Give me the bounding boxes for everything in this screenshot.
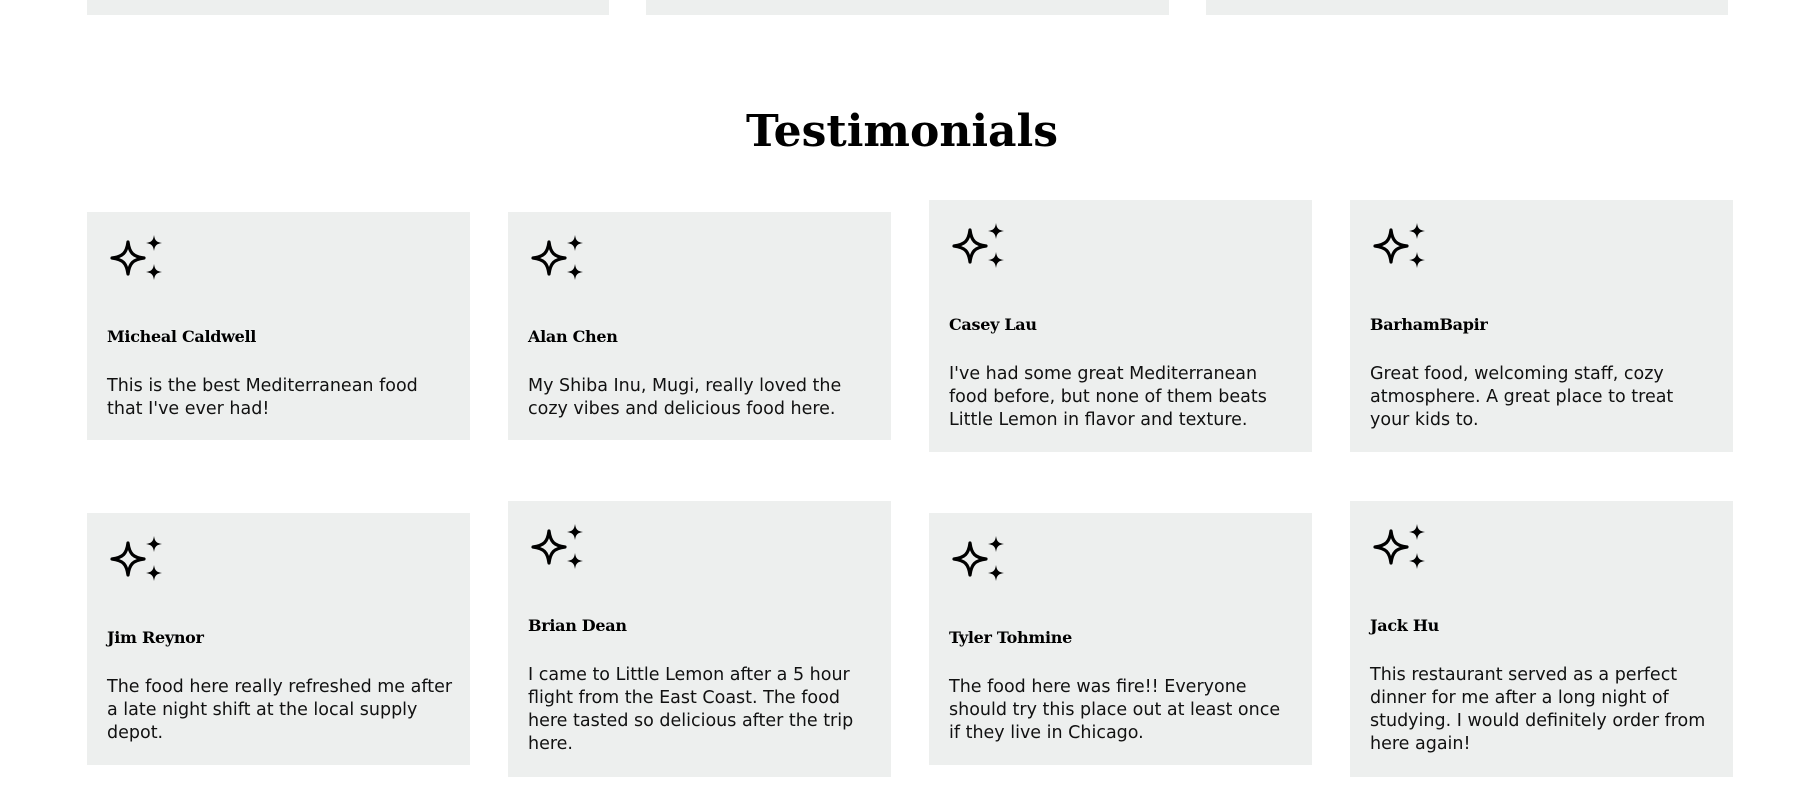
review-text: The food here really refreshed me after … <box>107 677 453 743</box>
testimonial-card: BarhamBapir Great food, welcoming staff,… <box>1350 200 1733 452</box>
testimonial-card: Jack Hu This restaurant served as a perf… <box>1350 501 1733 777</box>
previous-section-card <box>646 0 1169 15</box>
sparkles-icon <box>528 233 588 293</box>
previous-section-card <box>87 0 609 15</box>
reviewer-name: Micheal Caldwell <box>107 327 257 346</box>
review-text: I came to Little Lemon after a 5 hour fl… <box>528 665 854 754</box>
review-text: This is the best Mediterranean food that… <box>107 376 418 419</box>
testimonial-card: Casey Lau I've had some great Mediterran… <box>929 200 1312 452</box>
reviewer-name: Jack Hu <box>1370 616 1439 635</box>
testimonial-card: Alan Chen My Shiba Inu, Mugi, really lov… <box>508 212 891 440</box>
previous-section-card <box>1206 0 1728 15</box>
testimonial-card: Tyler Tohmine The food here was fire!! E… <box>929 513 1312 765</box>
sparkles-icon <box>107 233 167 293</box>
sparkles-icon <box>949 534 1009 594</box>
sparkles-icon <box>528 522 588 582</box>
review-text: The food here was fire!! Everyone should… <box>949 677 1281 743</box>
review-text: I've had some great Mediterranean food b… <box>949 364 1267 430</box>
testimonial-card: Brian Dean I came to Little Lemon after … <box>508 501 891 777</box>
reviewer-name: Brian Dean <box>528 616 627 635</box>
section-title: Testimonials <box>745 106 1059 157</box>
sparkles-icon <box>1370 221 1430 281</box>
testimonial-card: Jim Reynor The food here really refreshe… <box>87 513 470 765</box>
sparkles-icon <box>1370 522 1430 582</box>
review-text: Great food, welcoming staff, cozy atmosp… <box>1370 364 1674 430</box>
testimonial-card: Micheal Caldwell This is the best Medite… <box>87 212 470 440</box>
sparkles-icon <box>949 221 1009 281</box>
reviewer-name: BarhamBapir <box>1370 315 1488 334</box>
reviewer-name: Tyler Tohmine <box>949 628 1072 647</box>
review-text: This restaurant served as a perfect dinn… <box>1370 665 1706 754</box>
reviewer-name: Jim Reynor <box>107 628 204 647</box>
reviewer-name: Alan Chen <box>528 327 618 346</box>
reviewer-name: Casey Lau <box>949 315 1037 334</box>
review-text: My Shiba Inu, Mugi, really loved the coz… <box>528 376 842 419</box>
sparkles-icon <box>107 534 167 594</box>
